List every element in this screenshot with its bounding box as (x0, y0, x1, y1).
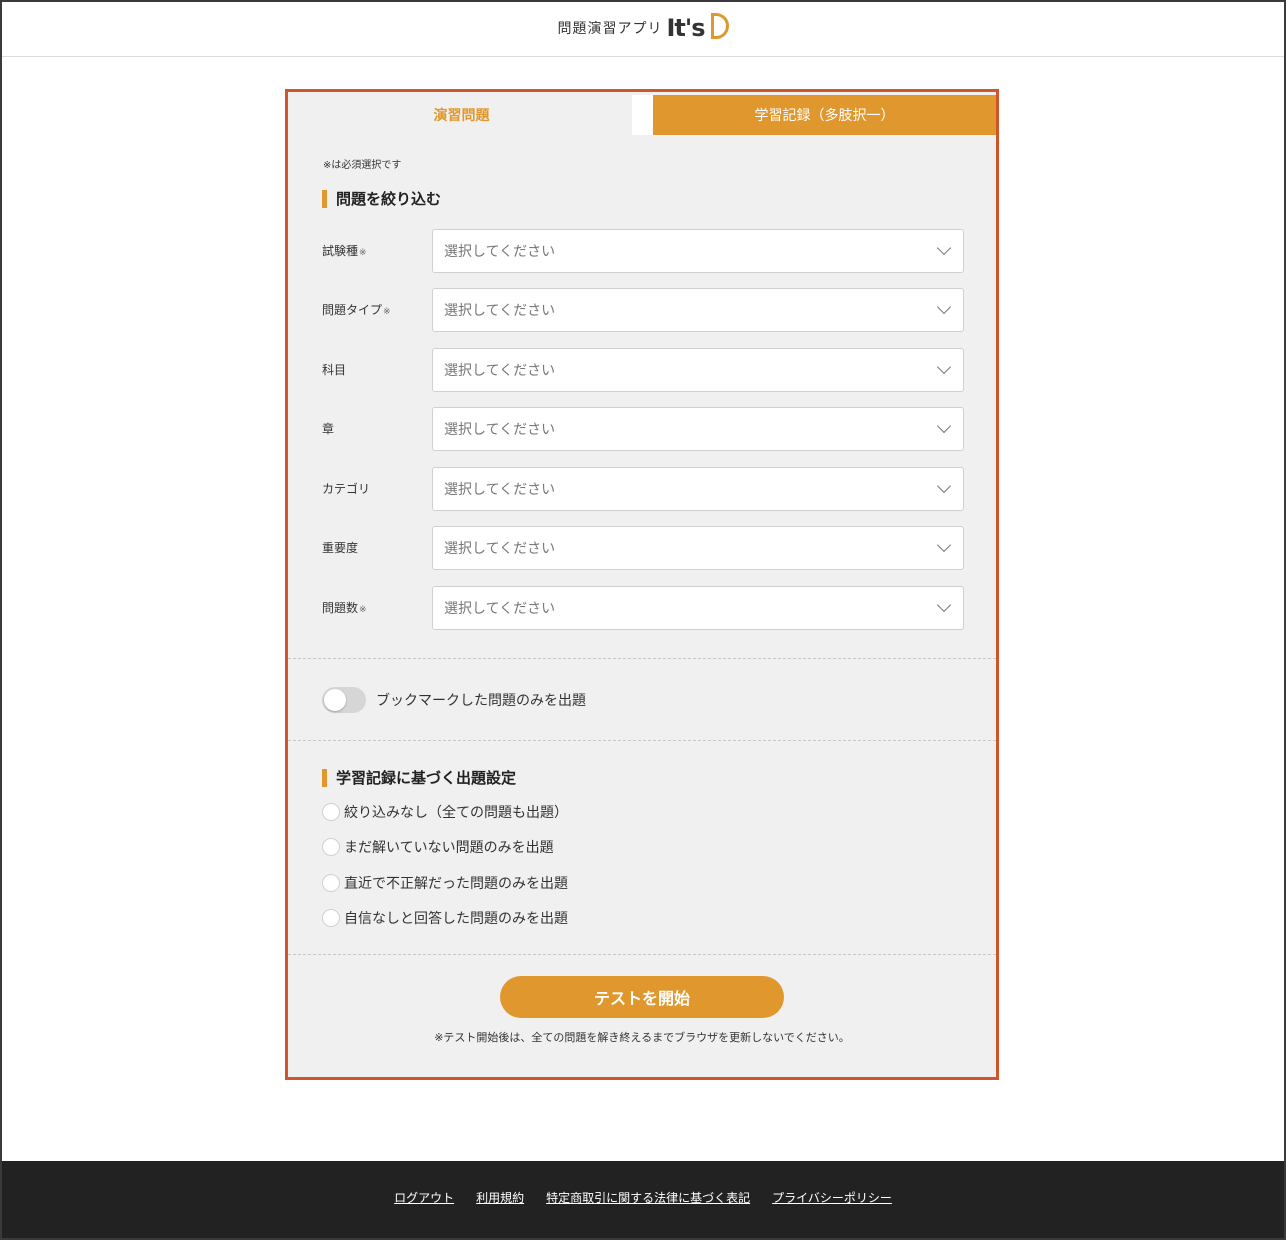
select-value: 選択してください (444, 601, 556, 617)
toggle-knob (324, 689, 346, 711)
filter-section-title: 問題を絞り込む (322, 190, 441, 208)
field-exam-type: 試験種※ 選択してください (322, 229, 964, 273)
footer-link-commerce-law[interactable]: 特定商取引に関する法律に基づく表記 (546, 1189, 750, 1205)
footer-link-privacy[interactable]: プライバシーポリシー (772, 1189, 892, 1205)
chevron-down-icon (936, 478, 952, 494)
field-chapter: 章 選択してください (322, 407, 964, 451)
tab-learning-record[interactable]: 学習記録（多肢択一） (653, 95, 996, 135)
history-option[interactable]: 直近で不正解だった問題のみを出題 (322, 872, 568, 894)
radio-button[interactable] (322, 838, 340, 856)
section-divider (288, 740, 996, 741)
question-count-select[interactable]: 選択してください (432, 586, 964, 630)
history-option[interactable]: まだ解いていない問題のみを出題 (322, 836, 554, 858)
site-header: 問題演習アプリ It's (0, 0, 1286, 57)
select-value: 選択してください (444, 482, 556, 498)
required-note: ※は必須選択です (323, 160, 402, 171)
bookmark-toggle[interactable] (322, 687, 366, 713)
select-value: 選択してください (444, 363, 556, 379)
field-question-type: 問題タイプ※ 選択してください (322, 288, 964, 332)
chevron-down-icon (936, 359, 952, 375)
required-mark: ※ (383, 307, 391, 317)
radio-label: 絞り込みなし（全ての問題も出題） (344, 805, 568, 821)
category-select[interactable]: 選択してください (432, 467, 964, 511)
chevron-down-icon (936, 299, 952, 315)
field-importance: 重要度 選択してください (322, 526, 964, 570)
chevron-down-icon (936, 418, 952, 434)
required-mark: ※ (359, 248, 367, 258)
field-label: 章 (322, 422, 335, 436)
tab-gap (632, 95, 653, 135)
radio-label: 自信なしと回答した問題のみを出題 (344, 911, 568, 927)
question-type-select[interactable]: 選択してください (432, 288, 964, 332)
tab-bar: 演習問題 学習記録（多肢択一） (291, 95, 996, 135)
field-question-count: 問題数※ 選択してください (322, 586, 964, 630)
subject-select[interactable]: 選択してください (432, 348, 964, 392)
logo-text: 問題演習アプリ (557, 21, 663, 37)
select-value: 選択してください (444, 303, 556, 319)
history-option[interactable]: 絞り込みなし（全ての問題も出題） (322, 801, 568, 823)
history-section-title: 学習記録に基づく出題設定 (322, 769, 516, 787)
radio-label: まだ解いていない問題のみを出題 (344, 840, 554, 856)
app-logo[interactable]: 問題演習アプリ It's (557, 13, 729, 42)
field-label: カテゴリ (322, 482, 371, 496)
importance-select[interactable]: 選択してください (432, 526, 964, 570)
exam-type-select[interactable]: 選択してください (432, 229, 964, 273)
site-footer: ログアウト 利用規約 特定商取引に関する法律に基づく表記 プライバシーポリシー (0, 1161, 1286, 1240)
chevron-down-icon (936, 597, 952, 613)
field-subject: 科目 選択してください (322, 348, 964, 392)
field-label: 科目 (322, 363, 347, 377)
bookmark-toggle-label: ブックマークした問題のみを出題 (376, 693, 586, 709)
radio-button[interactable] (322, 909, 340, 927)
radio-button[interactable] (322, 874, 340, 892)
bookmark-toggle-row: ブックマークした問題のみを出題 (322, 686, 586, 714)
field-label: 問題タイプ※ (322, 303, 391, 317)
required-mark: ※ (359, 605, 367, 615)
exercise-panel: 演習問題 学習記録（多肢択一） ※は必須選択です 問題を絞り込む 試験種※ 選択… (285, 89, 999, 1080)
select-value: 選択してください (444, 422, 556, 438)
field-label: 試験種※ (322, 244, 367, 258)
field-category: カテゴリ 選択してください (322, 467, 964, 511)
select-value: 選択してください (444, 541, 556, 557)
logo-d-icon (710, 13, 729, 39)
chapter-select[interactable]: 選択してください (432, 407, 964, 451)
footer-link-terms[interactable]: 利用規約 (476, 1189, 524, 1205)
section-divider (288, 954, 996, 955)
select-value: 選択してください (444, 244, 556, 260)
footer-link-logout[interactable]: ログアウト (394, 1189, 454, 1205)
history-option[interactable]: 自信なしと回答した問題のみを出題 (322, 907, 568, 929)
field-label: 重要度 (322, 541, 359, 555)
section-divider (288, 658, 996, 659)
chevron-down-icon (936, 240, 952, 256)
start-note: ※テスト開始後は、全ての問題を解き終えるまでブラウザを更新しないでください。 (434, 1031, 850, 1044)
radio-label: 直近で不正解だった問題のみを出題 (344, 876, 568, 892)
logo-mark: It's (666, 14, 705, 42)
start-test-button[interactable]: テストを開始 (500, 976, 784, 1018)
field-label: 問題数※ (322, 601, 367, 615)
radio-button[interactable] (322, 803, 340, 821)
tab-exercise[interactable]: 演習問題 (291, 95, 632, 135)
chevron-down-icon (936, 537, 952, 553)
